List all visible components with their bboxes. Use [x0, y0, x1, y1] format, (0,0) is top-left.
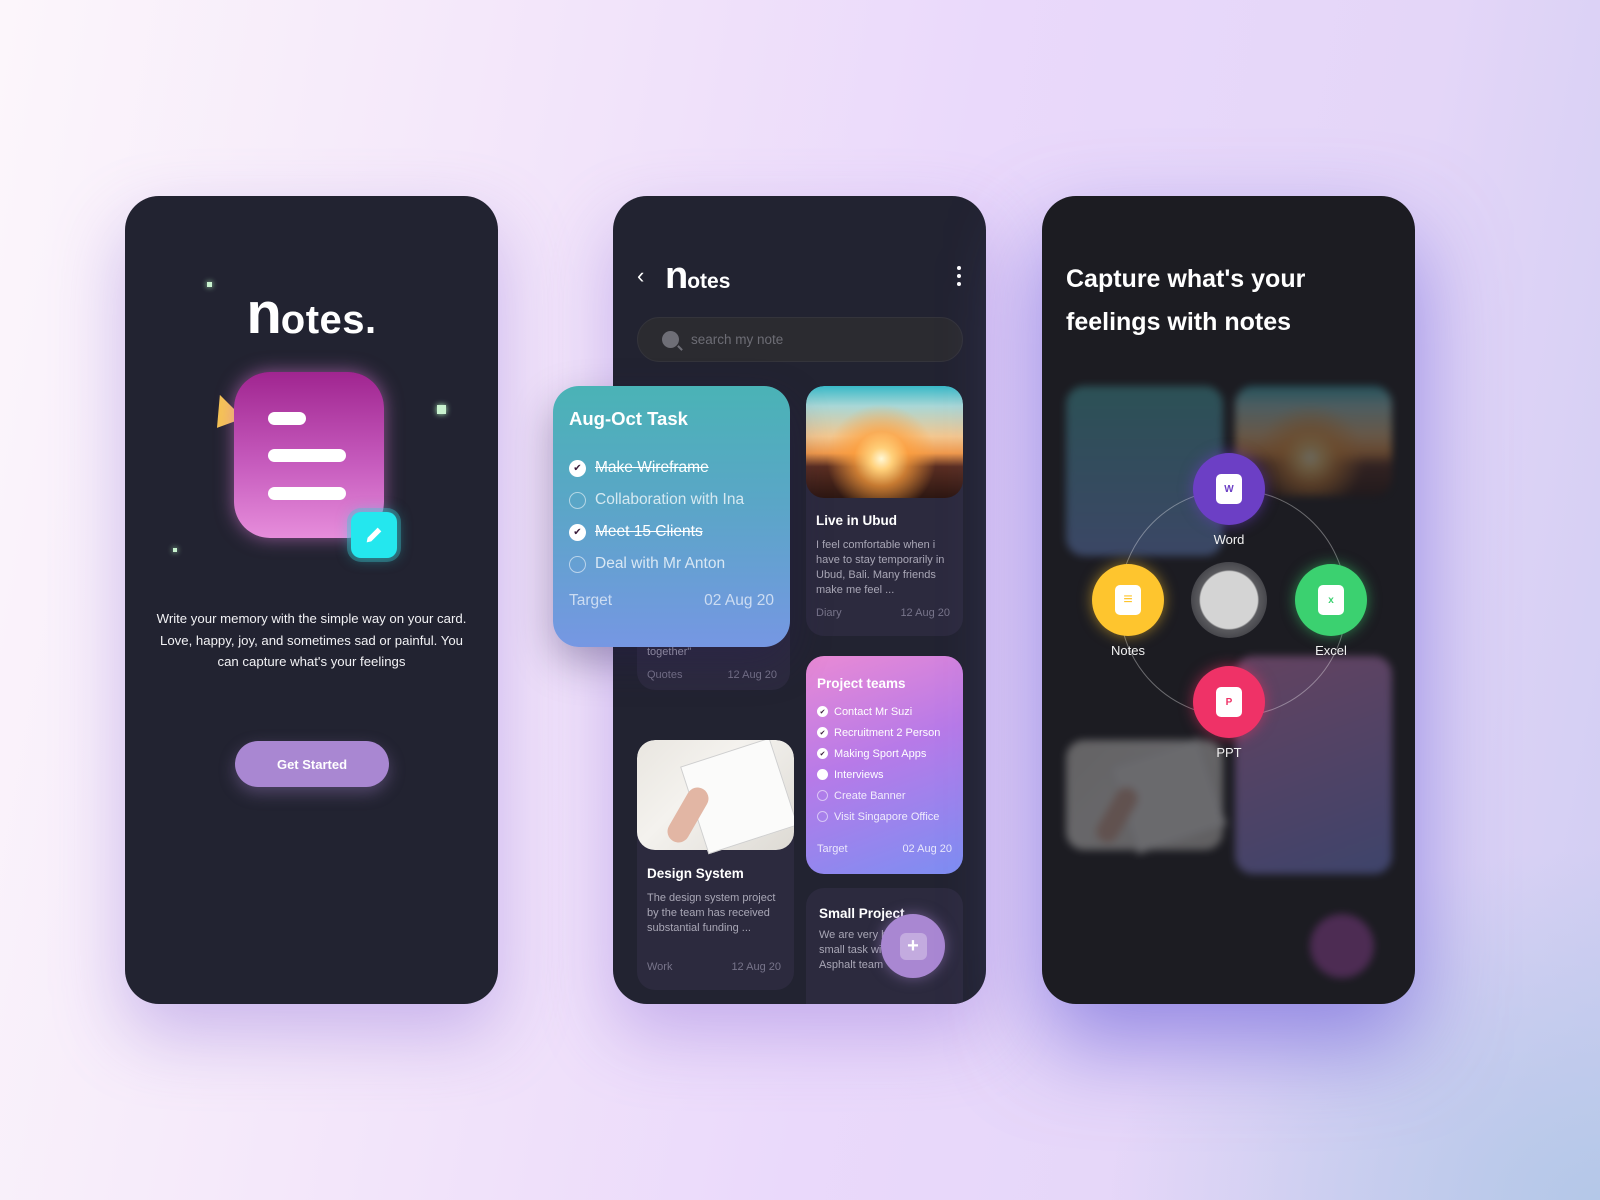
share-menu-screen: Capture what's your feelings with notes … [1042, 196, 1415, 1004]
checked-circle-icon[interactable]: ✔ [817, 748, 828, 759]
project-item-label: Create Banner [834, 789, 906, 802]
ppt-file-icon: P [1216, 687, 1242, 717]
back-chevron-icon[interactable]: ‹ [637, 263, 665, 289]
notes-file-icon: ≡ [1115, 585, 1141, 615]
task-item-label: Collaboration with Ina [595, 491, 745, 508]
task-item[interactable]: Deal with Mr Anton [569, 548, 774, 580]
unchecked-circle-icon[interactable] [817, 790, 828, 801]
project-item-label: Contact Mr Suzi [834, 705, 913, 718]
onboarding-description: Write your memory with the simple way on… [156, 611, 467, 669]
checked-circle-icon[interactable]: ✔ [569, 523, 586, 541]
search-icon [662, 331, 679, 348]
task-item[interactable]: Collaboration with Ina [569, 484, 774, 516]
radial-menu-center-button[interactable] [1191, 562, 1267, 638]
project-item-label: Visit Singapore Office [834, 810, 940, 823]
onboarding-screen: notes. Write your memory with the simple… [125, 196, 498, 1004]
project-checklist: ✔ Contact Mr Suzi ✔ Recruitment 2 Person ✔ Ma… [817, 701, 952, 827]
unchecked-circle-icon[interactable] [817, 811, 828, 822]
excel-option-button[interactable]: x [1295, 564, 1367, 636]
unchecked-circle-icon[interactable] [569, 555, 586, 573]
project-item-label: Interviews [834, 768, 884, 781]
task-item[interactable]: ✔ Make Wireframe [569, 452, 774, 484]
share-menu-title: Capture what's your feelings with notes [1066, 265, 1306, 336]
header: ‹ notes [637, 254, 962, 297]
note-card-design-system[interactable]: Design System The design system project … [637, 740, 794, 990]
get-started-button[interactable]: Get Started [235, 741, 389, 787]
unchecked-circle-icon[interactable] [817, 769, 828, 780]
note-card-ubud[interactable]: Live in Ubud I feel comfortable when i h… [806, 386, 963, 636]
task-item[interactable]: ✔ Meet 15 Clients [569, 516, 774, 548]
more-options-icon[interactable] [956, 266, 962, 286]
task-item-label: Deal with Mr Anton [595, 555, 726, 572]
word-file-icon: W [1216, 474, 1242, 504]
sparkle-dot [173, 548, 177, 552]
project-item[interactable]: Visit Singapore Office [817, 806, 952, 827]
task-card-aug-oct[interactable]: Aug-Oct Task ✔ Make Wireframe Collaboratio… [553, 386, 790, 647]
unchecked-circle-icon[interactable] [569, 491, 586, 509]
ppt-option-button[interactable]: P [1193, 666, 1265, 738]
notes-option-button[interactable]: ≡ [1092, 564, 1164, 636]
notebook-image [637, 740, 794, 850]
sparkle-dot [437, 405, 446, 414]
add-note-button[interactable]: + [881, 914, 945, 978]
note-card-project-teams[interactable]: Project teams ✔ Contact Mr Suzi ✔ Recruitme… [806, 656, 963, 874]
project-item-label: Making Sport Apps [834, 747, 927, 760]
project-item[interactable]: ✔ Recruitment 2 Person [817, 722, 952, 743]
project-item[interactable]: Create Banner [817, 785, 952, 806]
plus-icon: + [899, 932, 927, 960]
search-bar[interactable] [637, 317, 963, 362]
task-checklist: ✔ Make Wireframe Collaboration with Ina ✔ Me… [569, 452, 774, 580]
word-option-button[interactable]: W [1193, 453, 1265, 525]
task-item-label: Make Wireframe [595, 459, 709, 476]
project-item-label: Recruitment 2 Person [834, 726, 941, 739]
search-input[interactable] [691, 332, 931, 347]
app-logo: notes. [246, 281, 377, 346]
sunset-image [806, 386, 963, 498]
checked-circle-icon[interactable]: ✔ [817, 706, 828, 717]
pencil-edit-icon [351, 512, 397, 558]
checked-circle-icon[interactable]: ✔ [569, 459, 586, 477]
project-item[interactable]: ✔ Making Sport Apps [817, 743, 952, 764]
project-item[interactable]: Interviews [817, 764, 952, 785]
task-item-label: Meet 15 Clients [595, 523, 703, 540]
excel-file-icon: x [1318, 585, 1344, 615]
project-item[interactable]: ✔ Contact Mr Suzi [817, 701, 952, 722]
app-logo: notes [665, 254, 731, 297]
checked-circle-icon[interactable]: ✔ [817, 727, 828, 738]
